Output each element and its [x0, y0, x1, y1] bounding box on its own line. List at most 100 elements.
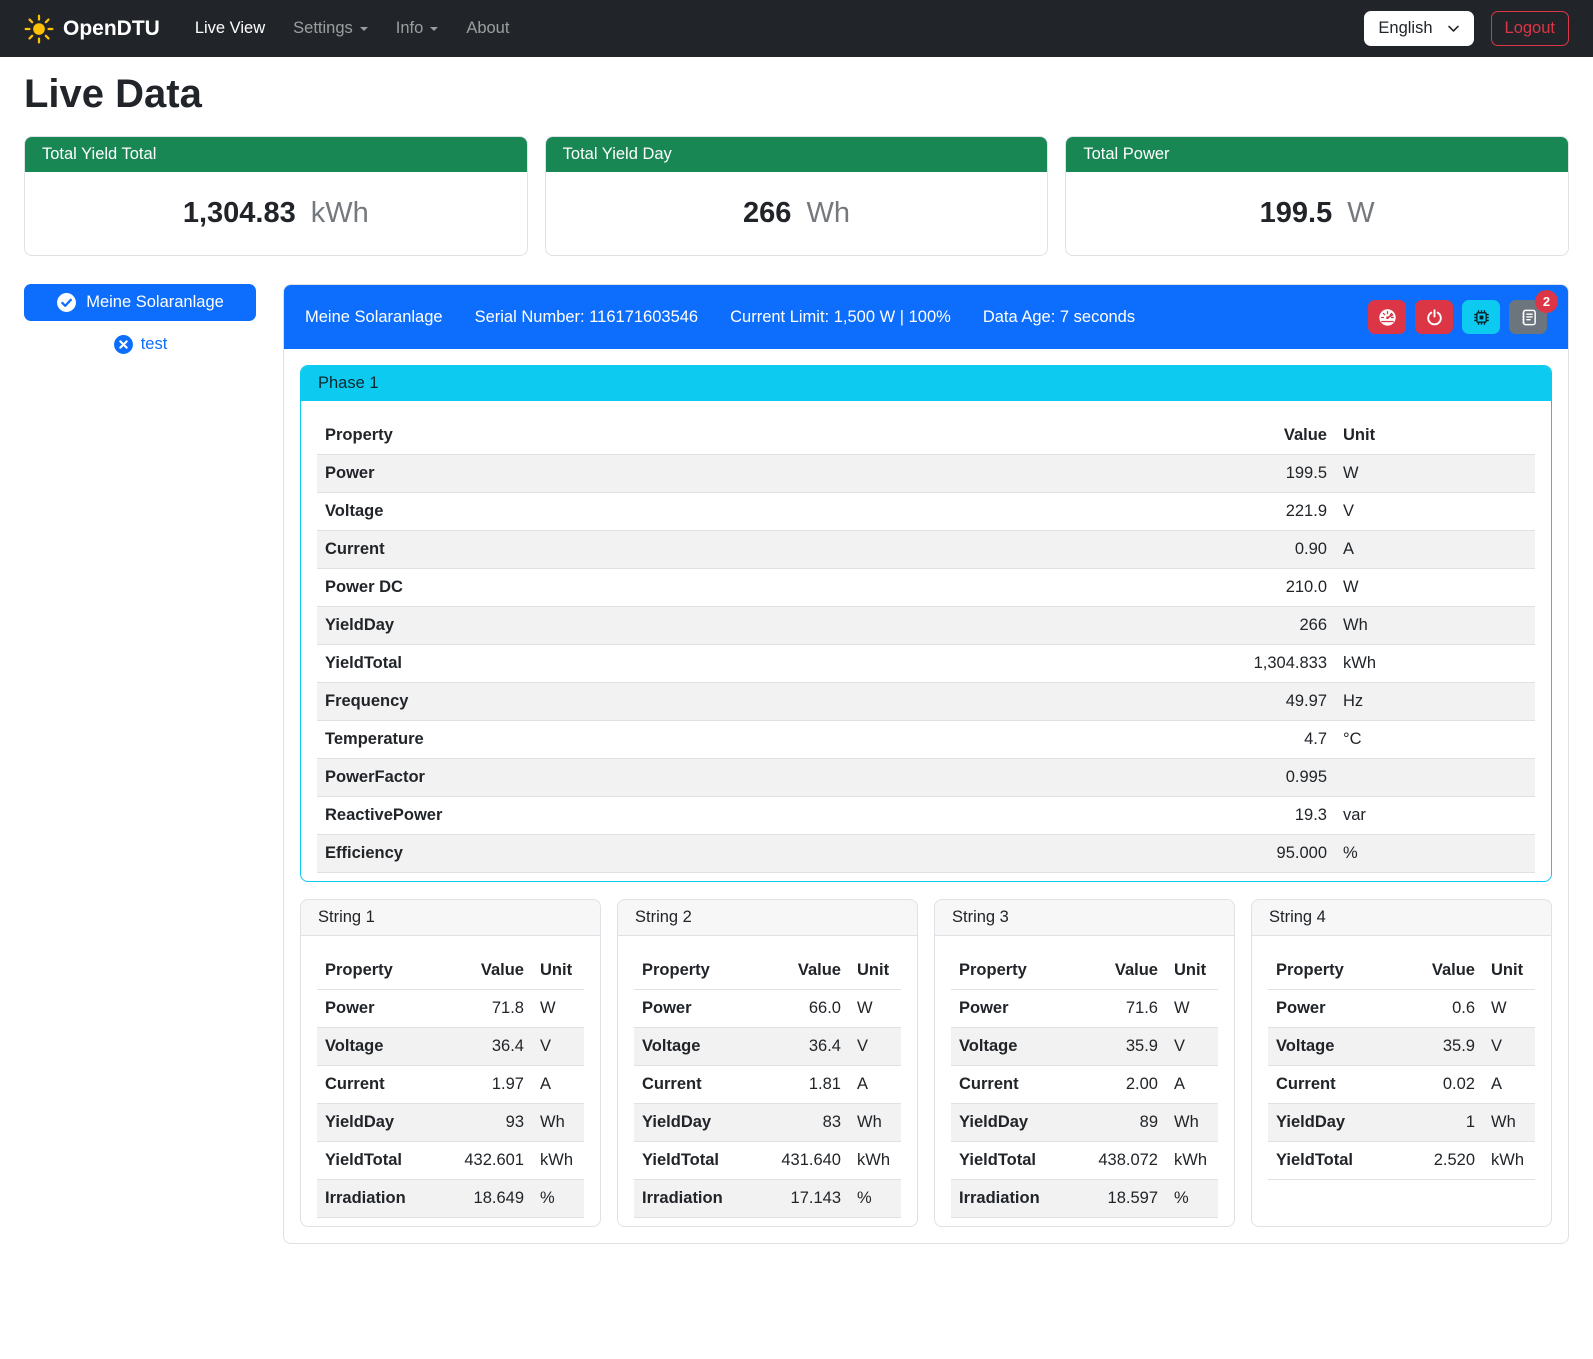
logout-button[interactable]: Logout: [1491, 11, 1569, 46]
value-cell: 35.9: [1074, 1028, 1166, 1066]
string-table: Property Value Unit Power71.8WVoltage36.…: [317, 952, 584, 1218]
unit-cell: %: [1166, 1180, 1218, 1218]
column-header-value: Value: [1205, 417, 1335, 455]
property-cell: Power: [634, 990, 757, 1028]
value-cell: 431.640: [757, 1142, 849, 1180]
property-cell: Current: [1268, 1066, 1391, 1104]
string-card: String 4 Property Value Unit: [1251, 899, 1552, 1227]
language-value: English: [1378, 19, 1432, 38]
property-cell: Irradiation: [317, 1180, 440, 1218]
column-header-unit: Unit: [849, 952, 901, 990]
table-row: Power71.8W: [317, 990, 584, 1028]
table-row: Temperature4.7°C: [317, 721, 1535, 759]
property-cell: YieldDay: [951, 1104, 1074, 1142]
value-cell: 438.072: [1074, 1142, 1166, 1180]
caret-down-icon: [360, 27, 368, 31]
table-row: YieldTotal431.640kWh: [634, 1142, 901, 1180]
page-title: Live Data: [24, 72, 1569, 117]
unit-cell: V: [1335, 493, 1535, 531]
value-cell: 0.90: [1205, 531, 1335, 569]
brand-link[interactable]: OpenDTU: [24, 14, 160, 44]
event-log-button[interactable]: 2: [1509, 300, 1547, 334]
unit-cell: Wh: [1335, 607, 1535, 645]
inverter-actions: 2: [1368, 300, 1547, 334]
table-row: Power0.6W: [1268, 990, 1535, 1028]
check-circle-icon: [56, 292, 77, 313]
property-cell: Irradiation: [634, 1180, 757, 1218]
inverter-card: Meine Solaranlage Serial Number: 1161716…: [283, 284, 1569, 1244]
power-toggle-button[interactable]: [1415, 300, 1453, 334]
live-data-section: Meine Solaranlage test Meine Solaranlage…: [24, 284, 1569, 1244]
unit-cell: W: [1483, 990, 1535, 1028]
value-cell: 0.02: [1391, 1066, 1483, 1104]
unit-cell: [1335, 759, 1535, 797]
main-content: Live Data Total Yield Total 1,304.83 kWh…: [0, 72, 1593, 1272]
value-cell: 432.601: [440, 1142, 532, 1180]
summary-card: Total Yield Total 1,304.83 kWh: [24, 136, 528, 256]
string-card-body: Property Value Unit Power71.8WVoltage36.…: [301, 936, 600, 1226]
property-cell: YieldTotal: [317, 645, 1205, 683]
table-header-row: Property Value Unit: [317, 952, 584, 990]
inverter-sidebar: Meine Solaranlage test: [24, 284, 256, 355]
phase-table-body: Power199.5WVoltage221.9VCurrent0.90APowe…: [317, 455, 1535, 873]
sidebar-item-test-inverter[interactable]: test: [24, 334, 256, 355]
column-header-property: Property: [1268, 952, 1391, 990]
table-row: YieldDay1Wh: [1268, 1104, 1535, 1142]
summary-cards: Total Yield Total 1,304.83 kWh Total Yie…: [24, 136, 1569, 256]
column-header-unit: Unit: [1335, 417, 1535, 455]
table-row: Voltage36.4V: [634, 1028, 901, 1066]
property-cell: Voltage: [951, 1028, 1074, 1066]
unit-cell: kWh: [849, 1142, 901, 1180]
table-row: YieldTotal1,304.833kWh: [317, 645, 1535, 683]
inverter-name: Meine Solaranlage: [305, 308, 443, 327]
value-cell: 0.6: [1391, 990, 1483, 1028]
unit-cell: V: [849, 1028, 901, 1066]
sidebar-item-selected-inverter[interactable]: Meine Solaranlage: [24, 284, 256, 321]
property-cell: PowerFactor: [317, 759, 1205, 797]
property-cell: YieldDay: [317, 607, 1205, 645]
property-cell: Current: [951, 1066, 1074, 1104]
property-cell: Power DC: [317, 569, 1205, 607]
unit-cell: var: [1335, 797, 1535, 835]
property-cell: Power: [1268, 990, 1391, 1028]
table-row: YieldTotal432.601kWh: [317, 1142, 584, 1180]
navbar: OpenDTU Live ViewSettingsInfoAbout Engli…: [0, 0, 1593, 57]
string-card-title: String 1: [301, 900, 600, 936]
string-table-body: Power66.0WVoltage36.4VCurrent1.81AYieldD…: [634, 990, 901, 1218]
power-icon: [1425, 308, 1444, 327]
unit-cell: °C: [1335, 721, 1535, 759]
value-cell: 1: [1391, 1104, 1483, 1142]
value-cell: 266: [1205, 607, 1335, 645]
table-row: Frequency49.97Hz: [317, 683, 1535, 721]
unit-cell: %: [849, 1180, 901, 1218]
value-cell: 2.00: [1074, 1066, 1166, 1104]
nav-item-info[interactable]: Info: [383, 11, 452, 46]
nav-item-live-view[interactable]: Live View: [182, 11, 278, 46]
column-header-value: Value: [757, 952, 849, 990]
language-select[interactable]: English: [1364, 11, 1473, 46]
column-header-unit: Unit: [1166, 952, 1218, 990]
nav-item-about[interactable]: About: [453, 11, 522, 46]
value-cell: 210.0: [1205, 569, 1335, 607]
summary-card-body: 199.5 W: [1066, 172, 1568, 255]
nav-item-settings[interactable]: Settings: [280, 11, 381, 46]
string-table-body: Power0.6WVoltage35.9VCurrent0.02AYieldDa…: [1268, 990, 1535, 1180]
string-card-body: Property Value Unit Power66.0WVoltage36.…: [618, 936, 917, 1226]
property-cell: YieldTotal: [951, 1142, 1074, 1180]
table-header-row: Property Value Unit: [634, 952, 901, 990]
unit-cell: W: [532, 990, 584, 1028]
string-card: String 1 Property Value Unit: [300, 899, 601, 1227]
value-cell: 35.9: [1391, 1028, 1483, 1066]
summary-card-unit: W: [1339, 197, 1374, 229]
summary-card-title: Total Yield Total: [25, 137, 527, 172]
inverter-data-age: Data Age: 7 seconds: [983, 308, 1135, 327]
limit-settings-button[interactable]: [1368, 300, 1406, 334]
string-card-title: String 4: [1252, 900, 1551, 936]
property-cell: Voltage: [1268, 1028, 1391, 1066]
summary-card-value: 1,304.83: [183, 197, 296, 229]
speedometer-icon: [1378, 308, 1397, 327]
device-info-button[interactable]: [1462, 300, 1500, 334]
table-row: Power71.6W: [951, 990, 1218, 1028]
unit-cell: %: [1335, 835, 1535, 873]
table-row: Voltage35.9V: [951, 1028, 1218, 1066]
